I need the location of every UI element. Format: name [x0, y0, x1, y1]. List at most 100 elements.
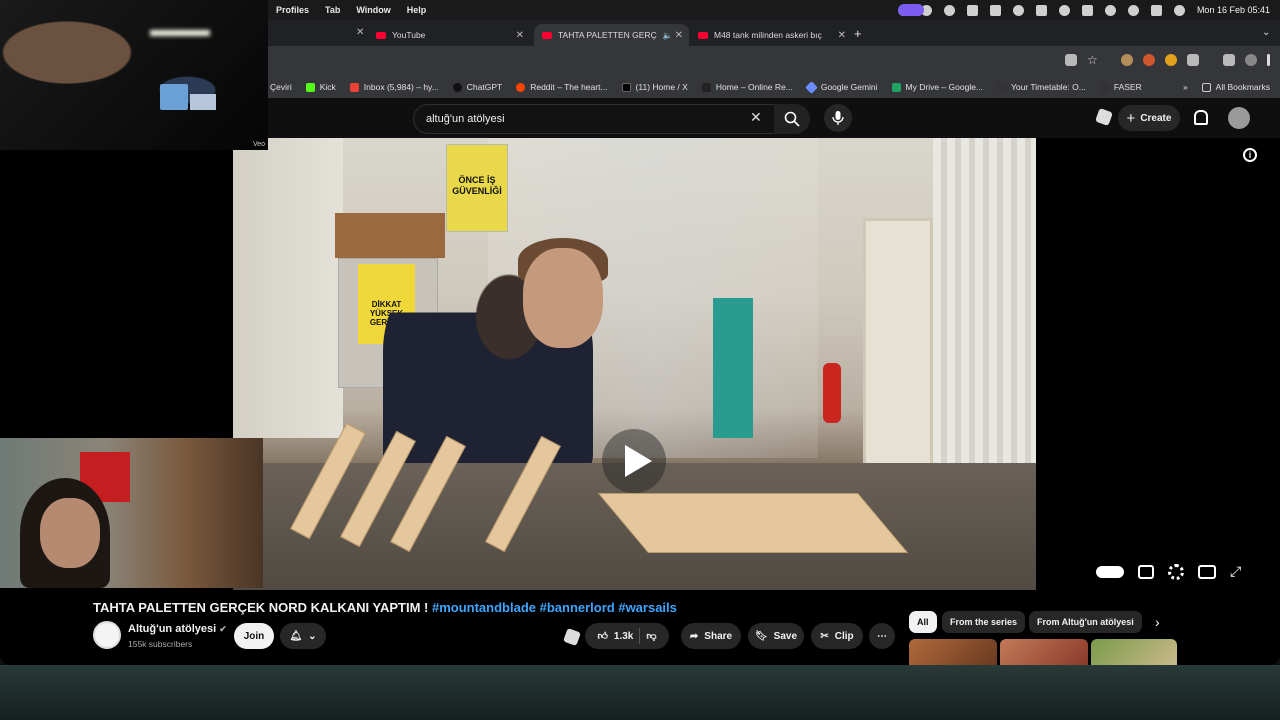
menu-profiles[interactable]: Profiles [276, 5, 309, 15]
close-tab-icon[interactable]: ✕ [838, 30, 846, 41]
spotify-icon[interactable] [943, 4, 955, 16]
bookmark-online-re[interactable]: Home – Online Re... [701, 82, 793, 92]
more-actions-button[interactable]: ⋯ [869, 623, 895, 649]
profile-avatar-icon[interactable] [1245, 54, 1257, 66]
streamer-webcam-car [0, 0, 268, 150]
bookmark-faser[interactable]: FASER [1099, 82, 1142, 92]
bookmark-x-home[interactable]: (11) Home / X [621, 82, 688, 92]
reddit-icon [516, 82, 526, 92]
bookmark-star-icon[interactable]: ☆ [1087, 54, 1099, 66]
extension-a-icon[interactable] [1121, 54, 1133, 66]
related-thumbnail[interactable] [909, 639, 997, 665]
play-button-icon[interactable] [600, 427, 668, 495]
video-frame-white-curtain [933, 138, 1036, 518]
speaker-icon[interactable]: 🔈 [663, 31, 673, 40]
bookmark-chatgpt[interactable]: ChatGPT [452, 82, 502, 92]
all-bookmarks[interactable]: All Bookmarks [1201, 82, 1270, 92]
fire-extinguisher [823, 363, 841, 423]
chevron-right-icon[interactable]: › [1155, 614, 1160, 630]
tab-youtube[interactable]: YouTube ✕ [368, 24, 530, 46]
player-controls: ⤢ [1096, 563, 1241, 580]
close-tab-icon[interactable]: ✕ [356, 27, 364, 38]
channel-avatar[interactable] [93, 621, 121, 649]
browser-menu-icon[interactable] [1267, 54, 1270, 66]
settings-gear-icon[interactable] [1168, 563, 1184, 580]
close-tab-icon[interactable]: ✕ [516, 30, 524, 41]
tab-active-video[interactable]: TAHTA PALETTEN GERÇ 🔈 ✕ [534, 24, 689, 46]
site-icon [701, 82, 711, 92]
voice-search-button[interactable] [824, 104, 852, 132]
clear-search-icon[interactable]: ✕ [750, 109, 762, 126]
video-hashtags[interactable]: #mountandblade #bannerlord #warsails [432, 600, 677, 615]
pen-icon[interactable] [966, 4, 978, 16]
bookmark-kick[interactable]: Kick [305, 82, 336, 92]
chip-from-channel[interactable]: From Altuğ'un atölyesi [1029, 611, 1142, 633]
plus-icon: + [1126, 109, 1136, 127]
chip-from-series[interactable]: From the series [942, 611, 1026, 633]
thumbs-up-icon: 👍︎ [597, 631, 608, 642]
account-avatar[interactable] [1228, 107, 1250, 129]
headphones-icon[interactable] [1058, 4, 1070, 16]
related-thumbnail[interactable] [1000, 639, 1088, 665]
menu-help[interactable]: Help [407, 5, 427, 15]
tab-search-chevron-icon[interactable]: ⌄ [1262, 27, 1270, 38]
share-button[interactable]: ➦ Share [681, 623, 741, 649]
join-button[interactable]: Join [234, 623, 274, 649]
more-bookmarks-chevron-icon[interactable]: » [1183, 82, 1188, 92]
safety-poster: ÖNCE İŞ GÜVENLİĞİ [446, 144, 508, 232]
wifi-icon[interactable] [1104, 4, 1116, 16]
bookmark-drive[interactable]: My Drive – Google... [891, 82, 983, 92]
menu-window[interactable]: Window [356, 5, 390, 15]
channel-name[interactable]: Altuğ'un atölyesi ✔ [128, 623, 227, 635]
extension-yt-icon[interactable] [1095, 108, 1113, 126]
new-tab-icon[interactable]: + [854, 26, 862, 41]
extension-c-icon[interactable] [1165, 54, 1177, 66]
video-frame-crate [335, 213, 445, 258]
bookmark-ceviri[interactable]: Çeviri [270, 82, 292, 92]
like-button[interactable]: 👍︎ 1.3k [597, 630, 633, 643]
extension-b-icon[interactable] [1143, 54, 1155, 66]
search-button[interactable] [774, 104, 810, 134]
extensions-puzzle-icon[interactable] [1187, 54, 1199, 66]
search-icon [784, 111, 800, 127]
dislike-button[interactable]: 👎︎ [646, 630, 656, 642]
status-app-pill-icon[interactable] [897, 4, 924, 16]
related-thumbnail[interactable] [1091, 639, 1177, 665]
install-app-icon[interactable] [1065, 54, 1077, 66]
microphone-icon [832, 111, 844, 125]
tab-m48-video[interactable]: M48 tank milinden askeri bıç ✕ [690, 24, 852, 46]
bookmark-inbox[interactable]: Inbox (5,984) – hy... [349, 82, 439, 92]
search-icon[interactable] [1127, 4, 1139, 16]
video-frame-machine [713, 298, 753, 438]
autoplay-toggle[interactable] [1096, 565, 1124, 578]
fullscreen-icon[interactable]: ⤢ [1230, 563, 1241, 580]
battery-icon[interactable] [1081, 4, 1093, 16]
scissors-icon: ✂ [820, 630, 829, 642]
chatgpt-icon [452, 82, 462, 92]
miniplayer-icon[interactable] [1198, 564, 1216, 579]
notifications-bell-icon[interactable] [1194, 110, 1208, 125]
clock[interactable]: Mon 16 Feb 05:41 [1197, 5, 1270, 15]
bookmark-reddit[interactable]: Reddit – The heart... [516, 82, 608, 92]
media-controls-icon[interactable] [1223, 54, 1235, 66]
close-tab-icon[interactable]: ✕ [675, 30, 683, 41]
car-icon[interactable] [1035, 4, 1047, 16]
info-icon[interactable]: i [1243, 148, 1257, 162]
bookmark-gemini[interactable]: Google Gemini [804, 80, 878, 94]
menu-tab[interactable]: Tab [325, 5, 340, 15]
chip-all[interactable]: All [909, 611, 937, 633]
save-button[interactable]: 🔖︎ Save [748, 623, 804, 649]
like-dislike-group: 👍︎ 1.3k 👎︎ [585, 623, 669, 649]
subscribe-bell-button[interactable]: 🔔︎ ⌄ [280, 623, 326, 649]
bookmarks-bar: Çeviri Kick Inbox (5,984) – hy... ChatGP… [268, 76, 1280, 98]
video-player[interactable]: DİKKAT YÜKSEK GERİLİM ÖNCE İŞ GÜVENLİĞİ [233, 138, 1036, 590]
play-icon[interactable] [1012, 4, 1024, 16]
siri-icon[interactable] [1173, 4, 1185, 16]
create-button[interactable]: + Create [1118, 105, 1180, 131]
clip-button[interactable]: ✂ Clip [811, 623, 863, 649]
search-input[interactable]: altuğ'un atölyesi [413, 104, 777, 134]
display-icon[interactable] [989, 4, 1001, 16]
bookmark-timetable[interactable]: Your Timetable: O... [997, 82, 1086, 92]
subtitles-icon[interactable] [1138, 564, 1154, 579]
control-center-icon[interactable] [1150, 4, 1162, 16]
